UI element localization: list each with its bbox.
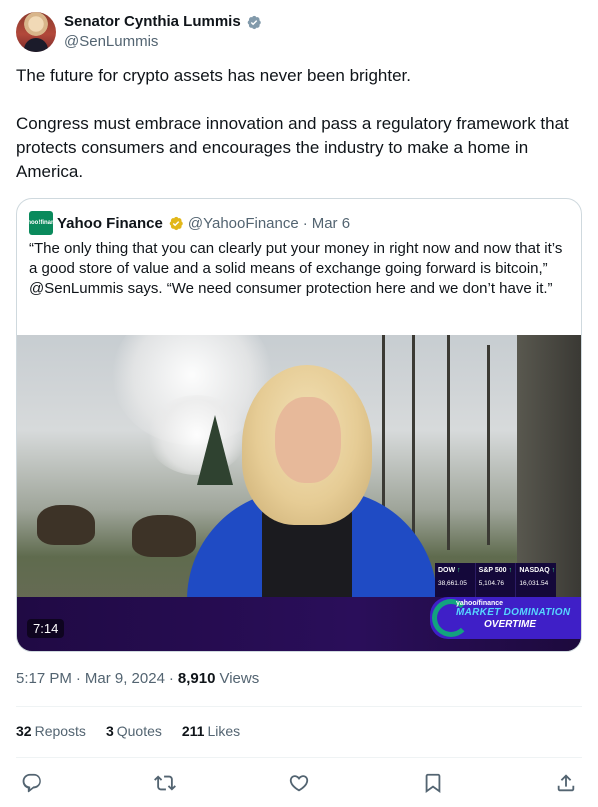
likes-label: Likes — [207, 723, 241, 739]
quote-author-handle[interactable]: @YahooFinance — [188, 215, 299, 232]
reposts-label: Reposts — [34, 723, 86, 739]
quote-text: “The only thing that you can clearly put… — [29, 240, 563, 297]
ticker-label: S&P 500 ↑ — [478, 567, 513, 574]
up-arrow-icon: ↑ — [549, 567, 556, 574]
like-icon[interactable] — [286, 770, 312, 796]
quotes-stat[interactable]: 3 Quotes — [106, 723, 162, 739]
quote-video[interactable]: DOW ↑ 38,661.05 S&P 500 ↑ 5,104.76 NASDA… — [17, 335, 581, 651]
meta-separator: · — [75, 670, 81, 687]
author-names: Senator Cynthia Lummis @SenLummis — [64, 12, 262, 52]
up-arrow-icon: ↑ — [506, 567, 513, 574]
divider — [16, 706, 582, 707]
ticker-value: 38,661.05 — [438, 580, 467, 587]
bookmark-icon[interactable] — [420, 770, 446, 796]
ticker-dow: DOW ↑ 38,661.05 — [435, 563, 476, 597]
tree-trunk — [447, 335, 450, 550]
repost-icon[interactable] — [152, 770, 178, 796]
show-title-2: OVERTIME — [484, 619, 537, 630]
ticker-value: 5,104.76 — [478, 580, 504, 587]
reposts-stat[interactable]: 32 Reposts — [16, 723, 86, 739]
tweet-date[interactable]: Mar 9, 2024 — [85, 670, 165, 687]
engagement-stats: 32 Reposts 3 Quotes 211 Likes — [16, 723, 260, 739]
quote-separator: · — [302, 214, 308, 232]
ticker-nasdaq: NASDAQ ↑ 16,031.54 — [516, 563, 556, 597]
show-brand: yahoo/finance — [456, 600, 504, 607]
show-logo: yahoo/finance MARKET DOMINATION OVERTIME — [430, 597, 581, 639]
author-handle[interactable]: @SenLummis — [64, 32, 262, 52]
likes-stat[interactable]: 211 Likes — [182, 723, 240, 739]
quote-author-name[interactable]: Yahoo Finance — [57, 215, 163, 232]
views-count: 8,910 — [177, 670, 216, 687]
quoted-tweet[interactable]: yahoo!finance Yahoo Finance @YahooFinanc… — [16, 198, 582, 652]
tree-trunk — [487, 345, 490, 545]
bison — [37, 505, 95, 545]
reply-icon[interactable] — [19, 770, 45, 796]
tweet-meta: 5:17 PM · Mar 9, 2024 · 8,910 Views — [16, 670, 259, 687]
yahoo-finance-logo: yahoo!finance — [21, 211, 61, 235]
reposts-count: 32 — [16, 723, 32, 739]
market-ticker: DOW ↑ 38,661.05 S&P 500 ↑ 5,104.76 NASDA… — [435, 563, 556, 597]
pine-tree — [197, 415, 233, 485]
quote-date[interactable]: Mar 6 — [312, 215, 350, 232]
bison — [132, 515, 196, 557]
quotes-label: Quotes — [116, 723, 162, 739]
views-label: Views — [219, 670, 260, 687]
divider — [16, 757, 582, 758]
ticker-label: NASDAQ ↑ — [519, 567, 556, 574]
ticker-label: DOW ↑ — [438, 567, 461, 574]
verified-badge-icon — [247, 15, 261, 29]
quotes-count: 3 — [105, 723, 114, 739]
likes-count: 211 — [181, 723, 205, 739]
tweet-text: The future for crypto assets has never b… — [16, 66, 569, 181]
up-arrow-icon: ↑ — [455, 567, 461, 574]
speaker-face — [275, 397, 341, 483]
tree-trunk — [412, 335, 415, 545]
ticker-sp500: S&P 500 ↑ 5,104.76 — [476, 563, 517, 597]
tweet-author: Senator Cynthia Lummis @SenLummis — [16, 12, 262, 52]
author-avatar[interactable] — [16, 12, 56, 52]
tweet-actions — [16, 770, 582, 796]
verified-org-badge-icon — [169, 216, 183, 230]
tweet-time[interactable]: 5:17 PM — [16, 670, 72, 687]
author-display-name[interactable]: Senator Cynthia Lummis — [64, 12, 241, 32]
show-title-1: MARKET DOMINATION — [456, 607, 571, 618]
share-icon[interactable] — [553, 770, 579, 796]
meta-separator: · — [168, 670, 174, 687]
video-duration: 7:14 — [27, 619, 65, 638]
display-name-row: Senator Cynthia Lummis — [64, 12, 262, 32]
quote-header: yahoo!finance Yahoo Finance @YahooFinanc… — [21, 211, 350, 235]
ticker-value: 16,031.54 — [519, 580, 549, 587]
